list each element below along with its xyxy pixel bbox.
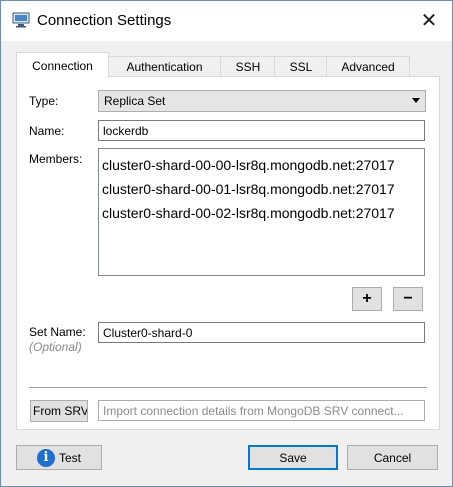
add-member-button[interactable]: + — [352, 287, 382, 311]
tab-advanced[interactable]: Advanced — [326, 56, 410, 77]
tab-label: Advanced — [341, 60, 395, 74]
test-button[interactable]: i Test — [16, 445, 102, 470]
cancel-button[interactable]: Cancel — [347, 445, 438, 470]
close-icon[interactable]: ✕ — [406, 1, 452, 39]
name-label: Name: — [29, 124, 65, 138]
type-dropdown-value: Replica Set — [104, 94, 166, 108]
srv-connection-input[interactable]: Import connection details from MongoDB S… — [98, 400, 425, 421]
members-list[interactable]: cluster0-shard-00-00-lsr8q.mongodb.net:2… — [98, 148, 425, 276]
test-button-label: Test — [58, 450, 81, 465]
type-label: Type: — [29, 94, 59, 108]
tab-label: SSH — [235, 60, 261, 74]
from-srv-button[interactable]: From SRV — [30, 400, 88, 422]
divider — [29, 387, 427, 388]
tab-label: Connection — [32, 58, 93, 73]
connection-tab-panel: Type: Replica Set Name: lockerdb Members… — [16, 76, 440, 430]
tab-authentication[interactable]: Authentication — [107, 56, 222, 77]
name-input[interactable]: lockerdb — [98, 120, 425, 141]
connection-settings-dialog: Connection Settings ✕ Connection Authent… — [0, 0, 453, 487]
tab-label: Authentication — [126, 60, 203, 74]
window-app-icon — [12, 12, 30, 28]
chevron-down-icon — [412, 98, 420, 103]
tab-label: SSL — [289, 60, 313, 74]
tab-connection[interactable]: Connection — [16, 52, 109, 78]
remove-member-button[interactable]: − — [393, 287, 423, 311]
set-name-label: Set Name: — [29, 325, 86, 339]
tab-ssl[interactable]: SSL — [274, 56, 328, 77]
title-bar: Connection Settings ✕ — [1, 1, 452, 41]
type-dropdown[interactable]: Replica Set — [98, 90, 426, 112]
save-button[interactable]: Save — [248, 445, 338, 470]
list-item[interactable]: cluster0-shard-00-01-lsr8q.mongodb.net:2… — [102, 177, 421, 201]
members-label: Members: — [29, 152, 83, 166]
window-title: Connection Settings — [37, 12, 172, 29]
tab-ssh[interactable]: SSH — [220, 56, 276, 77]
info-icon: i — [36, 448, 55, 467]
set-name-optional-hint: (Optional) — [29, 340, 82, 354]
list-item[interactable]: cluster0-shard-00-00-lsr8q.mongodb.net:2… — [102, 153, 421, 177]
list-item[interactable]: cluster0-shard-00-02-lsr8q.mongodb.net:2… — [102, 201, 421, 225]
set-name-input[interactable]: Cluster0-shard-0 — [98, 322, 425, 343]
